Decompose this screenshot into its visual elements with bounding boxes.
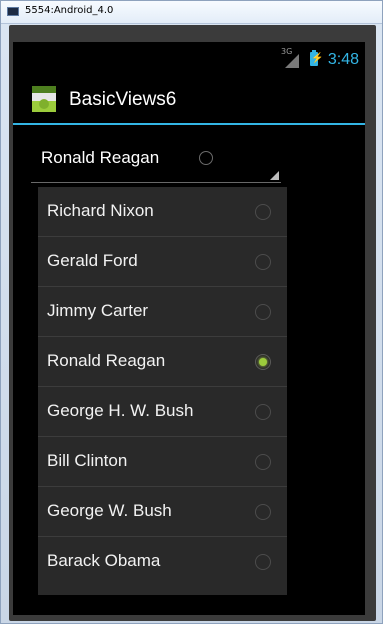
list-item-label: George W. Bush [47, 501, 172, 520]
radio-button-icon[interactable] [255, 454, 271, 470]
list-item-label: George H. W. Bush [47, 401, 194, 420]
list-item[interactable]: Richard Nixon [38, 187, 287, 237]
list-item[interactable]: Gerald Ford [38, 237, 287, 287]
status-bar: 3G ⚡ 3:48 [13, 42, 365, 75]
list-item-label: Barack Obama [47, 551, 161, 570]
action-bar: BasicViews6 [13, 75, 365, 125]
app-title: BasicViews6 [69, 89, 177, 110]
radio-button-icon[interactable] [255, 304, 271, 320]
emulator-window: 5554:Android_4.0 3G ⚡ 3:48 BasicViews6 R… [0, 0, 383, 624]
window-titlebar: 5554:Android_4.0 [1, 1, 382, 24]
signal-icon: 3G [281, 47, 299, 68]
list-item-label: Gerald Ford [47, 251, 138, 270]
spinner-selected-text: Ronald Reagan [41, 148, 160, 167]
list-item-label: Jimmy Carter [47, 301, 149, 320]
presidents-spinner[interactable]: Ronald Reagan [31, 138, 281, 183]
list-item[interactable]: Bill Clinton [38, 437, 287, 487]
radio-button-icon[interactable] [255, 554, 271, 570]
list-item[interactable]: George H. W. Bush [38, 387, 287, 437]
list-item[interactable]: Jimmy Carter [38, 287, 287, 337]
spinner-dropdown-arrow-icon [270, 171, 279, 180]
radio-button-checked-icon[interactable] [255, 354, 271, 370]
list-item-label: Bill Clinton [47, 451, 128, 470]
radio-button-icon[interactable] [255, 254, 271, 270]
window-title: 5554:Android_4.0 [25, 5, 114, 16]
list-item[interactable]: George W. Bush [38, 487, 287, 537]
radio-button-icon[interactable] [255, 204, 271, 220]
list-item[interactable]: Barack Obama [38, 537, 287, 587]
spinner-radio-icon [199, 151, 213, 165]
list-item[interactable]: Ronald Reagan [38, 337, 287, 387]
radio-button-icon[interactable] [255, 504, 271, 520]
battery-charging-icon: ⚡ [310, 50, 324, 66]
list-item-label: Richard Nixon [47, 201, 154, 220]
radio-button-icon[interactable] [255, 404, 271, 420]
android-app-icon[interactable] [31, 85, 57, 113]
android-screen: 3G ⚡ 3:48 BasicViews6 Ronald Reagan Rich… [13, 42, 365, 615]
list-item-label: Ronald Reagan [47, 351, 166, 370]
status-clock: 3:48 [327, 51, 359, 68]
presidents-dropdown-list[interactable]: Richard Nixon Gerald Ford Jimmy Carter R… [38, 187, 287, 595]
emulator-icon [7, 7, 19, 16]
